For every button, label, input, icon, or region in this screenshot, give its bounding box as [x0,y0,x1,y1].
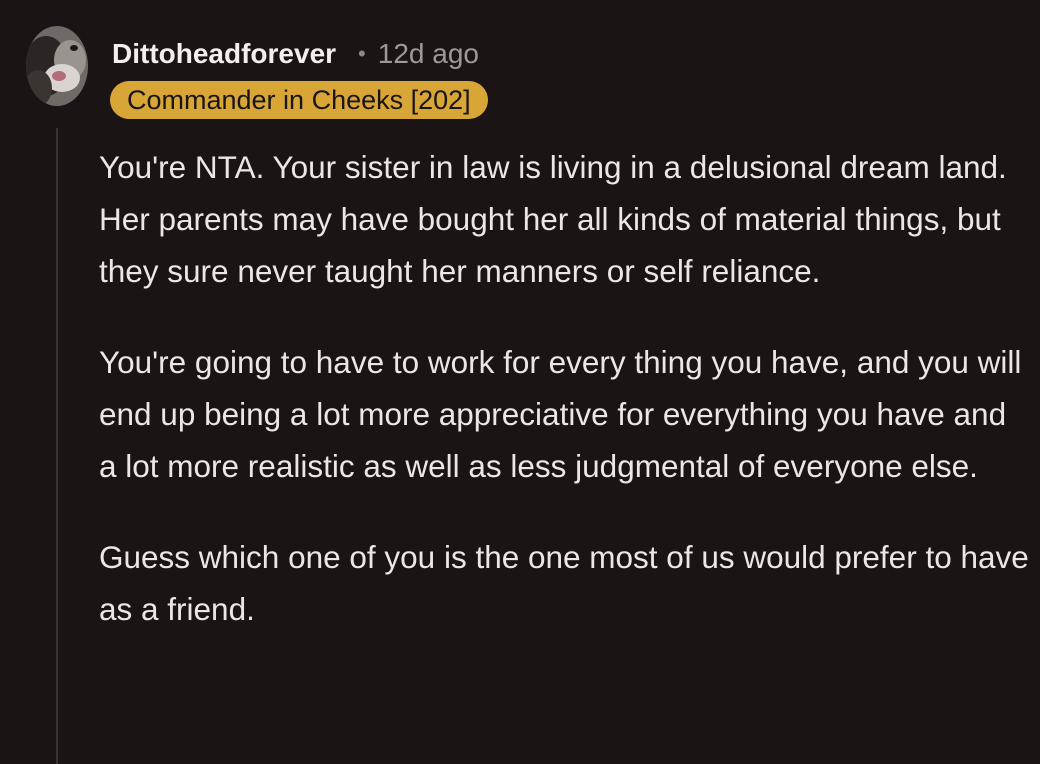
timestamp-link[interactable]: 12d ago [378,38,479,70]
comment-body: You're NTA. Your sister in law is living… [99,141,1029,674]
separator-dot: • [358,41,366,66]
user-flair-badge: Commander in Cheeks [202] [110,81,488,119]
comment-header: Dittoheadforever • 12d ago [112,34,479,74]
comment-paragraph: You're going to have to work for every t… [99,344,1022,484]
comment-paragraph: You're NTA. Your sister in law is living… [99,149,1007,289]
comment: Dittoheadforever • 12d ago Commander in … [0,0,1040,764]
username-link[interactable]: Dittoheadforever [112,38,336,70]
thread-collapse-line[interactable] [56,128,58,764]
comment-paragraph: Guess which one of you is the one most o… [99,539,1029,627]
dog-avatar-icon [26,26,88,106]
user-avatar[interactable] [26,26,88,106]
